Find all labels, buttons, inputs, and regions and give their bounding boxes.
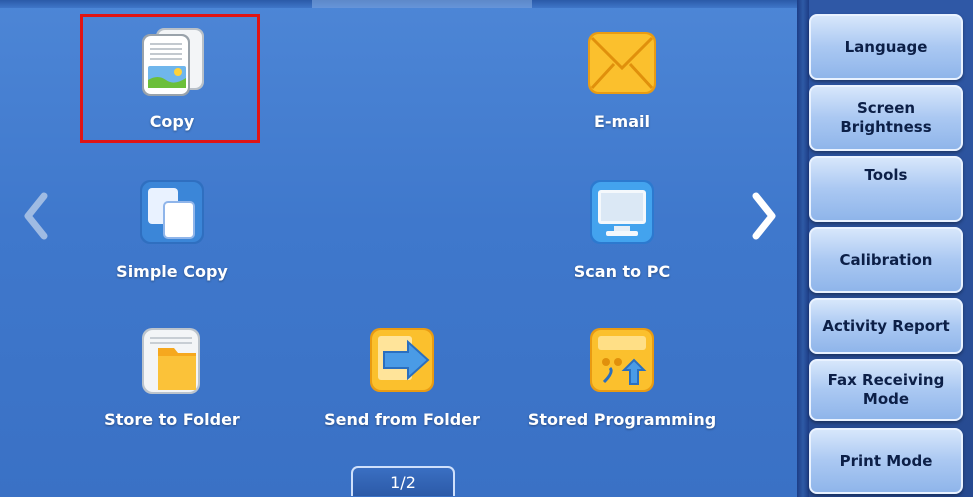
simple-copy-icon: [134, 174, 210, 250]
tools-label: Tools: [864, 166, 908, 184]
activity-report-label: Activity Report: [822, 316, 950, 335]
store-to-folder-button[interactable]: Store to Folder: [92, 310, 252, 430]
store-to-folder-label: Store to Folder: [104, 410, 240, 429]
scan-to-pc-button[interactable]: Scan to PC: [542, 162, 702, 282]
simple-copy-button[interactable]: Simple Copy: [92, 162, 252, 282]
page-indicator: 1/2: [351, 466, 455, 496]
fax-receiving-mode-button[interactable]: Fax Receiving Mode: [809, 359, 963, 421]
scan-to-pc-label: Scan to PC: [573, 262, 671, 281]
send-from-folder-label: Send from Folder: [324, 410, 480, 429]
side-panel: Language Screen Brightness Tools Calibra…: [809, 0, 973, 497]
print-mode-button[interactable]: Print Mode: [809, 428, 963, 494]
stored-programming-icon: [584, 322, 660, 398]
stored-programming-label: Stored Programming: [527, 410, 717, 429]
tools-button[interactable]: Tools: [809, 156, 963, 222]
chevron-left-icon[interactable]: [18, 190, 52, 242]
screen-brightness-button[interactable]: Screen Brightness: [809, 85, 963, 151]
computer-monitor-icon: [584, 174, 660, 250]
fax-receiving-mode-label: Fax Receiving Mode: [827, 371, 945, 408]
simple-copy-label: Simple Copy: [116, 262, 228, 281]
email-button[interactable]: E-mail: [542, 12, 702, 132]
screen-brightness-label: Screen Brightness: [840, 99, 932, 136]
envelope-icon: [584, 24, 660, 100]
calibration-label: Calibration: [839, 250, 933, 269]
print-mode-label: Print Mode: [839, 451, 933, 470]
top-strip: [312, 0, 532, 8]
language-button[interactable]: Language: [809, 14, 963, 80]
selection-highlight: [80, 14, 260, 143]
main-panel: Copy E-mail Simple Copy Scan to PC Store…: [0, 0, 797, 497]
send-from-folder-button[interactable]: Send from Folder: [322, 310, 482, 430]
calibration-button[interactable]: Calibration: [809, 227, 963, 293]
folder-arrow-icon: [364, 322, 440, 398]
stored-programming-button[interactable]: Stored Programming: [528, 310, 716, 430]
chevron-right-icon[interactable]: [748, 190, 782, 242]
activity-report-button[interactable]: Activity Report: [809, 298, 963, 354]
language-label: Language: [844, 37, 928, 56]
folder-document-icon: [134, 322, 210, 398]
panel-divider: [797, 0, 809, 497]
screen: Copy E-mail Simple Copy Scan to PC Store…: [0, 0, 973, 497]
email-label: E-mail: [593, 112, 650, 131]
